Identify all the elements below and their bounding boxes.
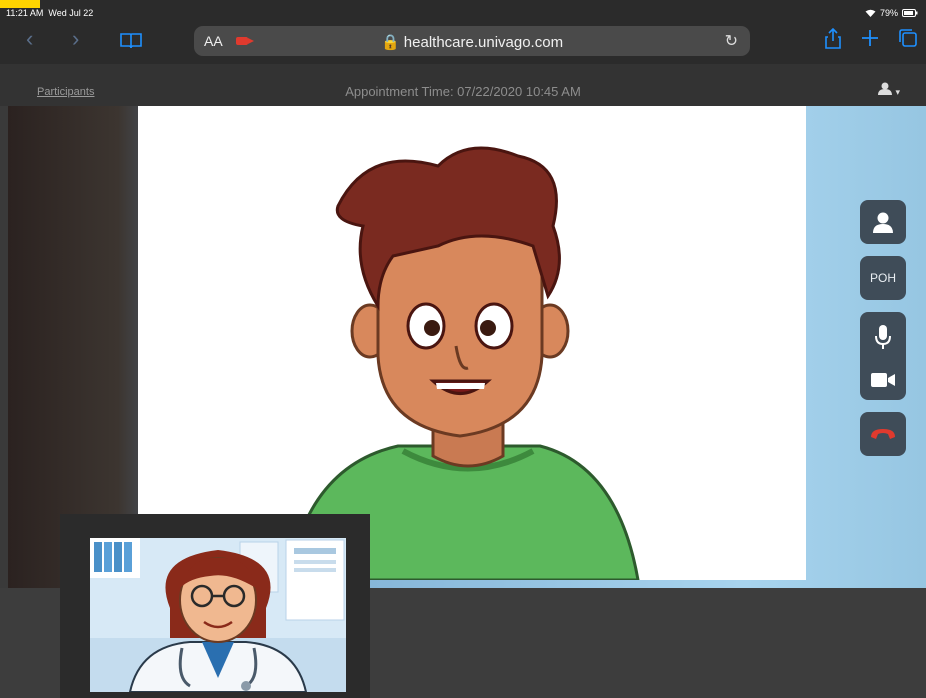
status-right: 79% <box>865 8 918 18</box>
user-icon <box>877 82 892 95</box>
status-date: Wed Jul 22 <box>48 8 94 18</box>
battery-icon <box>902 9 918 17</box>
book-icon[interactable] <box>120 32 142 50</box>
battery-percent: 79% <box>879 8 898 18</box>
main-video-feed <box>138 106 806 580</box>
video-camera-icon[interactable] <box>871 372 895 388</box>
browser-toolbar: ‹ › AA 🔒 healthcare.univago.com ↻ <box>0 20 926 64</box>
url-display[interactable]: 🔒 healthcare.univago.com <box>194 33 750 51</box>
patient-avatar-illustration <box>138 106 806 580</box>
app-header: Participants Appointment Time: 07/22/202… <box>0 64 926 106</box>
address-bar[interactable]: AA 🔒 healthcare.univago.com ↻ <box>194 26 750 56</box>
tabs-icon[interactable] <box>898 28 918 48</box>
lock-icon: 🔒 <box>380 34 400 51</box>
user-icon <box>873 212 893 233</box>
participant-button[interactable] <box>860 200 906 244</box>
appointment-time: Appointment Time: 07/22/2020 10:45 AM <box>345 84 581 99</box>
doctor-avatar-illustration <box>90 538 346 692</box>
video-stage: POH <box>0 106 926 698</box>
recording-indicator <box>0 0 40 8</box>
hang-up-icon <box>871 429 895 439</box>
end-call-button[interactable] <box>860 412 906 456</box>
self-view-video[interactable] <box>90 538 346 692</box>
reload-icon[interactable]: ↻ <box>725 31 738 51</box>
chevron-left-icon[interactable]: ‹ <box>26 26 33 52</box>
chevron-down-icon: ▾ <box>895 87 900 97</box>
plus-icon[interactable] <box>860 28 880 48</box>
media-controls-group <box>860 312 906 400</box>
chevron-right-icon[interactable]: › <box>72 26 79 52</box>
share-icon[interactable] <box>824 28 842 50</box>
wifi-icon <box>865 9 876 17</box>
status-time: 11:21 AM <box>6 8 44 18</box>
poh-button[interactable]: POH <box>860 256 906 300</box>
status-time-date: 11:21 AM Wed Jul 22 <box>6 8 93 18</box>
microphone-icon[interactable] <box>874 324 892 350</box>
browser-actions <box>824 28 918 50</box>
user-menu[interactable]: ▾ <box>877 82 900 98</box>
status-bar: 11:21 AM Wed Jul 22 79% <box>0 0 926 20</box>
url-text: healthcare.univago.com <box>403 34 564 51</box>
poh-label: POH <box>869 271 896 285</box>
